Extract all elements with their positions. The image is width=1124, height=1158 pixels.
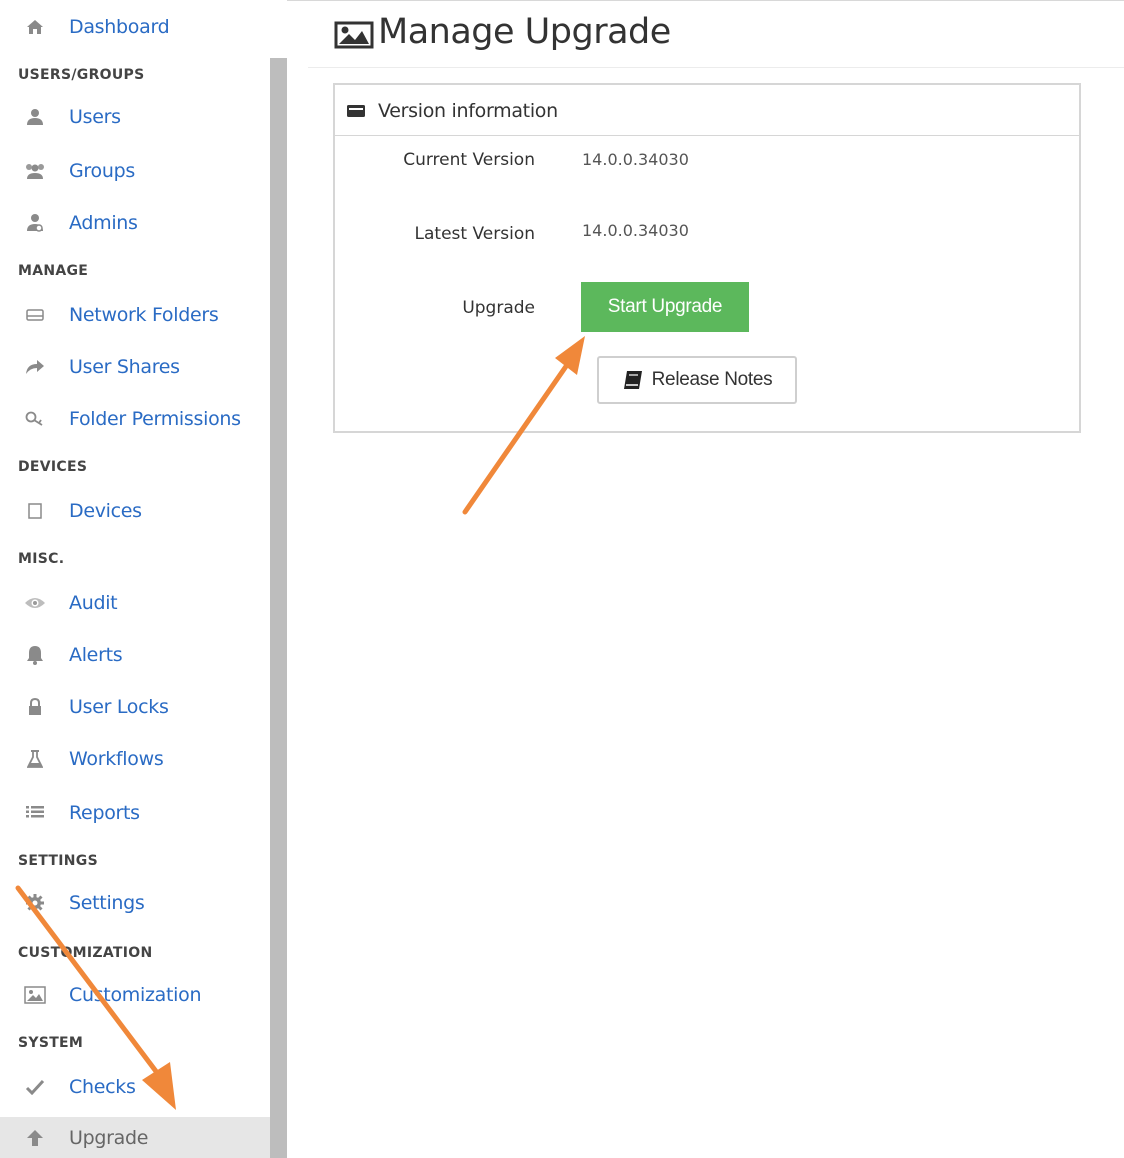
sidebar-item-label: Customization [69,984,202,1006]
sidebar-item-label: Dashboard [69,16,170,38]
sidebar-item-workflows[interactable]: Workflows [0,736,270,782]
lock-icon [24,696,46,718]
sidebar-item-admins[interactable]: Admins [0,200,270,246]
sidebar-item-label: Alerts [69,644,123,666]
share-icon [24,356,46,378]
sidebar-item-label: Devices [69,500,142,522]
section-manage: MANAGE [18,263,89,279]
section-settings: SETTINGS [18,853,98,869]
sidebar-item-user-shares[interactable]: User Shares [0,344,270,390]
latest-version-label: Latest Version [414,224,535,244]
sidebar-item-label: User Shares [69,356,180,378]
sidebar-scrollbar[interactable] [270,0,287,1158]
sidebar-item-label: Reports [69,802,140,824]
scrollbar-thumb[interactable] [270,58,287,1158]
latest-version-value: 14.0.0.34030 [582,221,689,240]
admin-icon [24,212,46,234]
flask-icon [24,748,46,770]
sidebar-item-network-folders[interactable]: Network Folders [0,292,270,338]
eye-icon [24,592,46,614]
version-panel: Version information Current Version 14.0… [333,83,1081,433]
sidebar-item-label: Users [69,106,121,128]
image-icon [334,18,374,49]
panel-header: Version information [335,85,1079,136]
sidebar-item-label: Audit [69,592,118,614]
sidebar-item-audit[interactable]: Audit [0,580,270,626]
sidebar-item-groups[interactable]: Groups [0,148,270,194]
sidebar-item-label: Workflows [69,748,164,770]
sidebar-item-label: Checks [69,1076,136,1098]
bell-icon [24,644,46,666]
device-icon [24,500,46,522]
sidebar-item-users[interactable]: Users [0,94,270,140]
user-icon [24,106,46,128]
sidebar-item-customization[interactable]: Customization [0,972,270,1018]
sidebar-item-reports[interactable]: Reports [0,790,270,836]
sidebar-item-upgrade[interactable]: Upgrade [0,1117,270,1158]
panel-heading: Version information [378,100,558,122]
sidebar-item-settings[interactable]: Settings [0,880,270,926]
card-icon [346,103,366,122]
arrow-up-icon [24,1127,46,1149]
start-upgrade-button[interactable]: Start Upgrade [581,282,749,332]
current-version-value: 14.0.0.34030 [582,150,689,169]
sidebar-item-alerts[interactable]: Alerts [0,632,270,678]
sidebar-item-dashboard[interactable]: Dashboard [0,4,270,50]
upgrade-label: Upgrade [462,298,535,318]
section-users-groups: USERS/GROUPS [18,67,145,83]
list-icon [24,802,46,824]
release-notes-label: Release Notes [651,369,773,390]
sidebar-item-label: Groups [69,160,135,182]
page-title-text: Manage Upgrade [378,12,671,52]
sidebar-item-label: Network Folders [69,304,219,326]
sidebar-item-label: Admins [69,212,138,234]
section-system: SYSTEM [18,1035,84,1051]
key-icon [24,408,46,430]
release-notes-button[interactable]: Release Notes [597,356,797,404]
image-icon [24,984,46,1006]
sidebar-item-label: Upgrade [69,1126,149,1149]
section-customization: CUSTOMIZATION [18,945,153,961]
gear-icon [24,892,46,914]
current-version-label: Current Version [403,150,535,170]
sidebar: Dashboard USERS/GROUPS Users Groups Admi… [0,0,270,1158]
group-icon [24,160,46,182]
sidebar-item-folder-permissions[interactable]: Folder Permissions [0,396,270,442]
sidebar-item-label: Settings [69,892,145,914]
sidebar-item-checks[interactable]: Checks [0,1064,270,1110]
hard-drive-icon [24,304,46,326]
sidebar-item-devices[interactable]: Devices [0,488,270,534]
sidebar-item-user-locks[interactable]: User Locks [0,684,270,730]
section-misc: MISC. [18,551,65,567]
home-icon [24,16,46,38]
section-devices: DEVICES [18,459,88,475]
title-divider [308,67,1124,68]
check-icon [24,1076,46,1098]
sidebar-item-label: Folder Permissions [69,408,241,430]
sidebar-item-label: User Locks [69,696,169,718]
page-title: Manage Upgrade [334,12,671,52]
book-icon [622,370,644,390]
